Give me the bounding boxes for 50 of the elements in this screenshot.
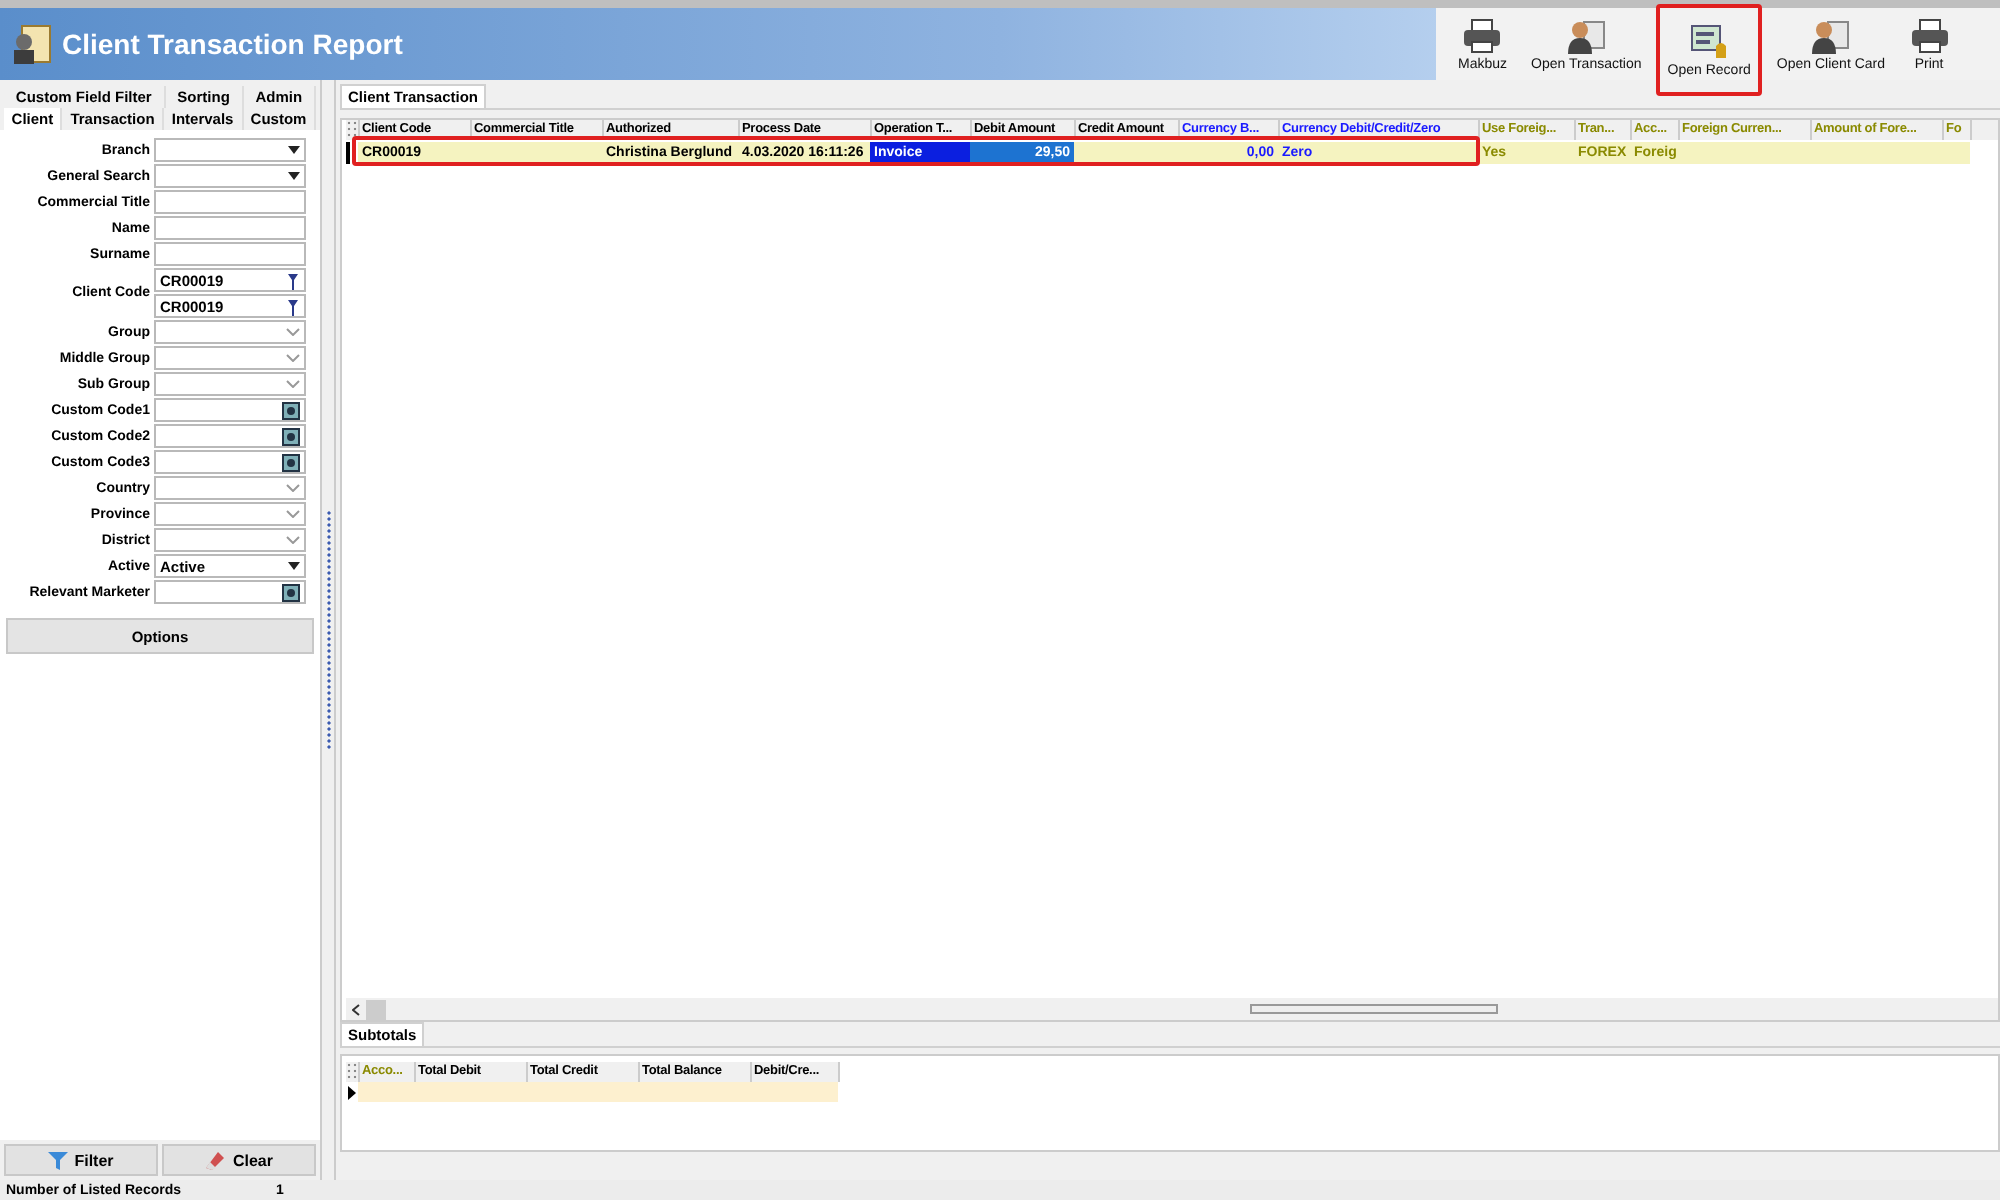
- grip-icon: [346, 1062, 360, 1083]
- scroll-thumb[interactable]: [366, 999, 386, 1020]
- eraser-icon: [204, 1150, 227, 1170]
- input-field[interactable]: [154, 190, 306, 214]
- grip-icon: [346, 120, 360, 140]
- lookup-icon: [282, 401, 300, 419]
- report-icon: [10, 22, 54, 66]
- chevron-icon: [286, 484, 300, 492]
- input-field[interactable]: [154, 138, 306, 162]
- table-cell: [750, 1082, 838, 1103]
- input-field[interactable]: [154, 424, 306, 448]
- input-field[interactable]: [154, 398, 306, 422]
- horizontal-scrollbar[interactable]: [346, 998, 1998, 1021]
- lookup-icon: [282, 453, 300, 471]
- input-field[interactable]: [154, 502, 306, 526]
- chevron-icon: [286, 354, 300, 362]
- input-field[interactable]: [154, 164, 306, 188]
- dropdown-arrow-icon: [288, 562, 300, 570]
- pin-icon: [286, 297, 300, 315]
- window-title: Client Transaction Report: [62, 28, 403, 60]
- person-icon: [1810, 17, 1851, 53]
- scroll-left-icon[interactable]: [352, 1003, 360, 1016]
- input-field[interactable]: [154, 346, 306, 370]
- input-field[interactable]: [154, 320, 306, 344]
- input-field[interactable]: [154, 476, 306, 500]
- dropdown-arrow-icon: [288, 146, 300, 154]
- printer-icon: [1462, 17, 1503, 53]
- input-field[interactable]: [154, 242, 306, 266]
- printer-icon: [1909, 17, 1950, 53]
- record-icon: [1689, 23, 1730, 59]
- input-field[interactable]: [154, 450, 306, 474]
- input-field[interactable]: [154, 216, 306, 240]
- input-field[interactable]: [154, 528, 306, 552]
- table-cell: [358, 1082, 414, 1103]
- splitter-grip[interactable]: [325, 510, 331, 750]
- lookup-icon: [282, 427, 300, 445]
- filter-button[interactable]: Filter: [4, 1144, 158, 1176]
- clear-button[interactable]: Clear: [162, 1144, 316, 1176]
- pin-icon: [286, 271, 300, 289]
- dropdown-arrow-icon: [288, 172, 300, 180]
- chevron-icon: [286, 536, 300, 544]
- input-field[interactable]: [154, 580, 306, 604]
- input-field[interactable]: [154, 372, 306, 396]
- chevron-icon: [286, 510, 300, 518]
- person-icon: [1566, 17, 1607, 53]
- chevron-icon: [286, 328, 300, 336]
- chevron-icon: [286, 380, 300, 388]
- funnel-icon: [48, 1151, 69, 1169]
- row-pointer-icon: [348, 1085, 356, 1100]
- lookup-icon: [282, 583, 300, 601]
